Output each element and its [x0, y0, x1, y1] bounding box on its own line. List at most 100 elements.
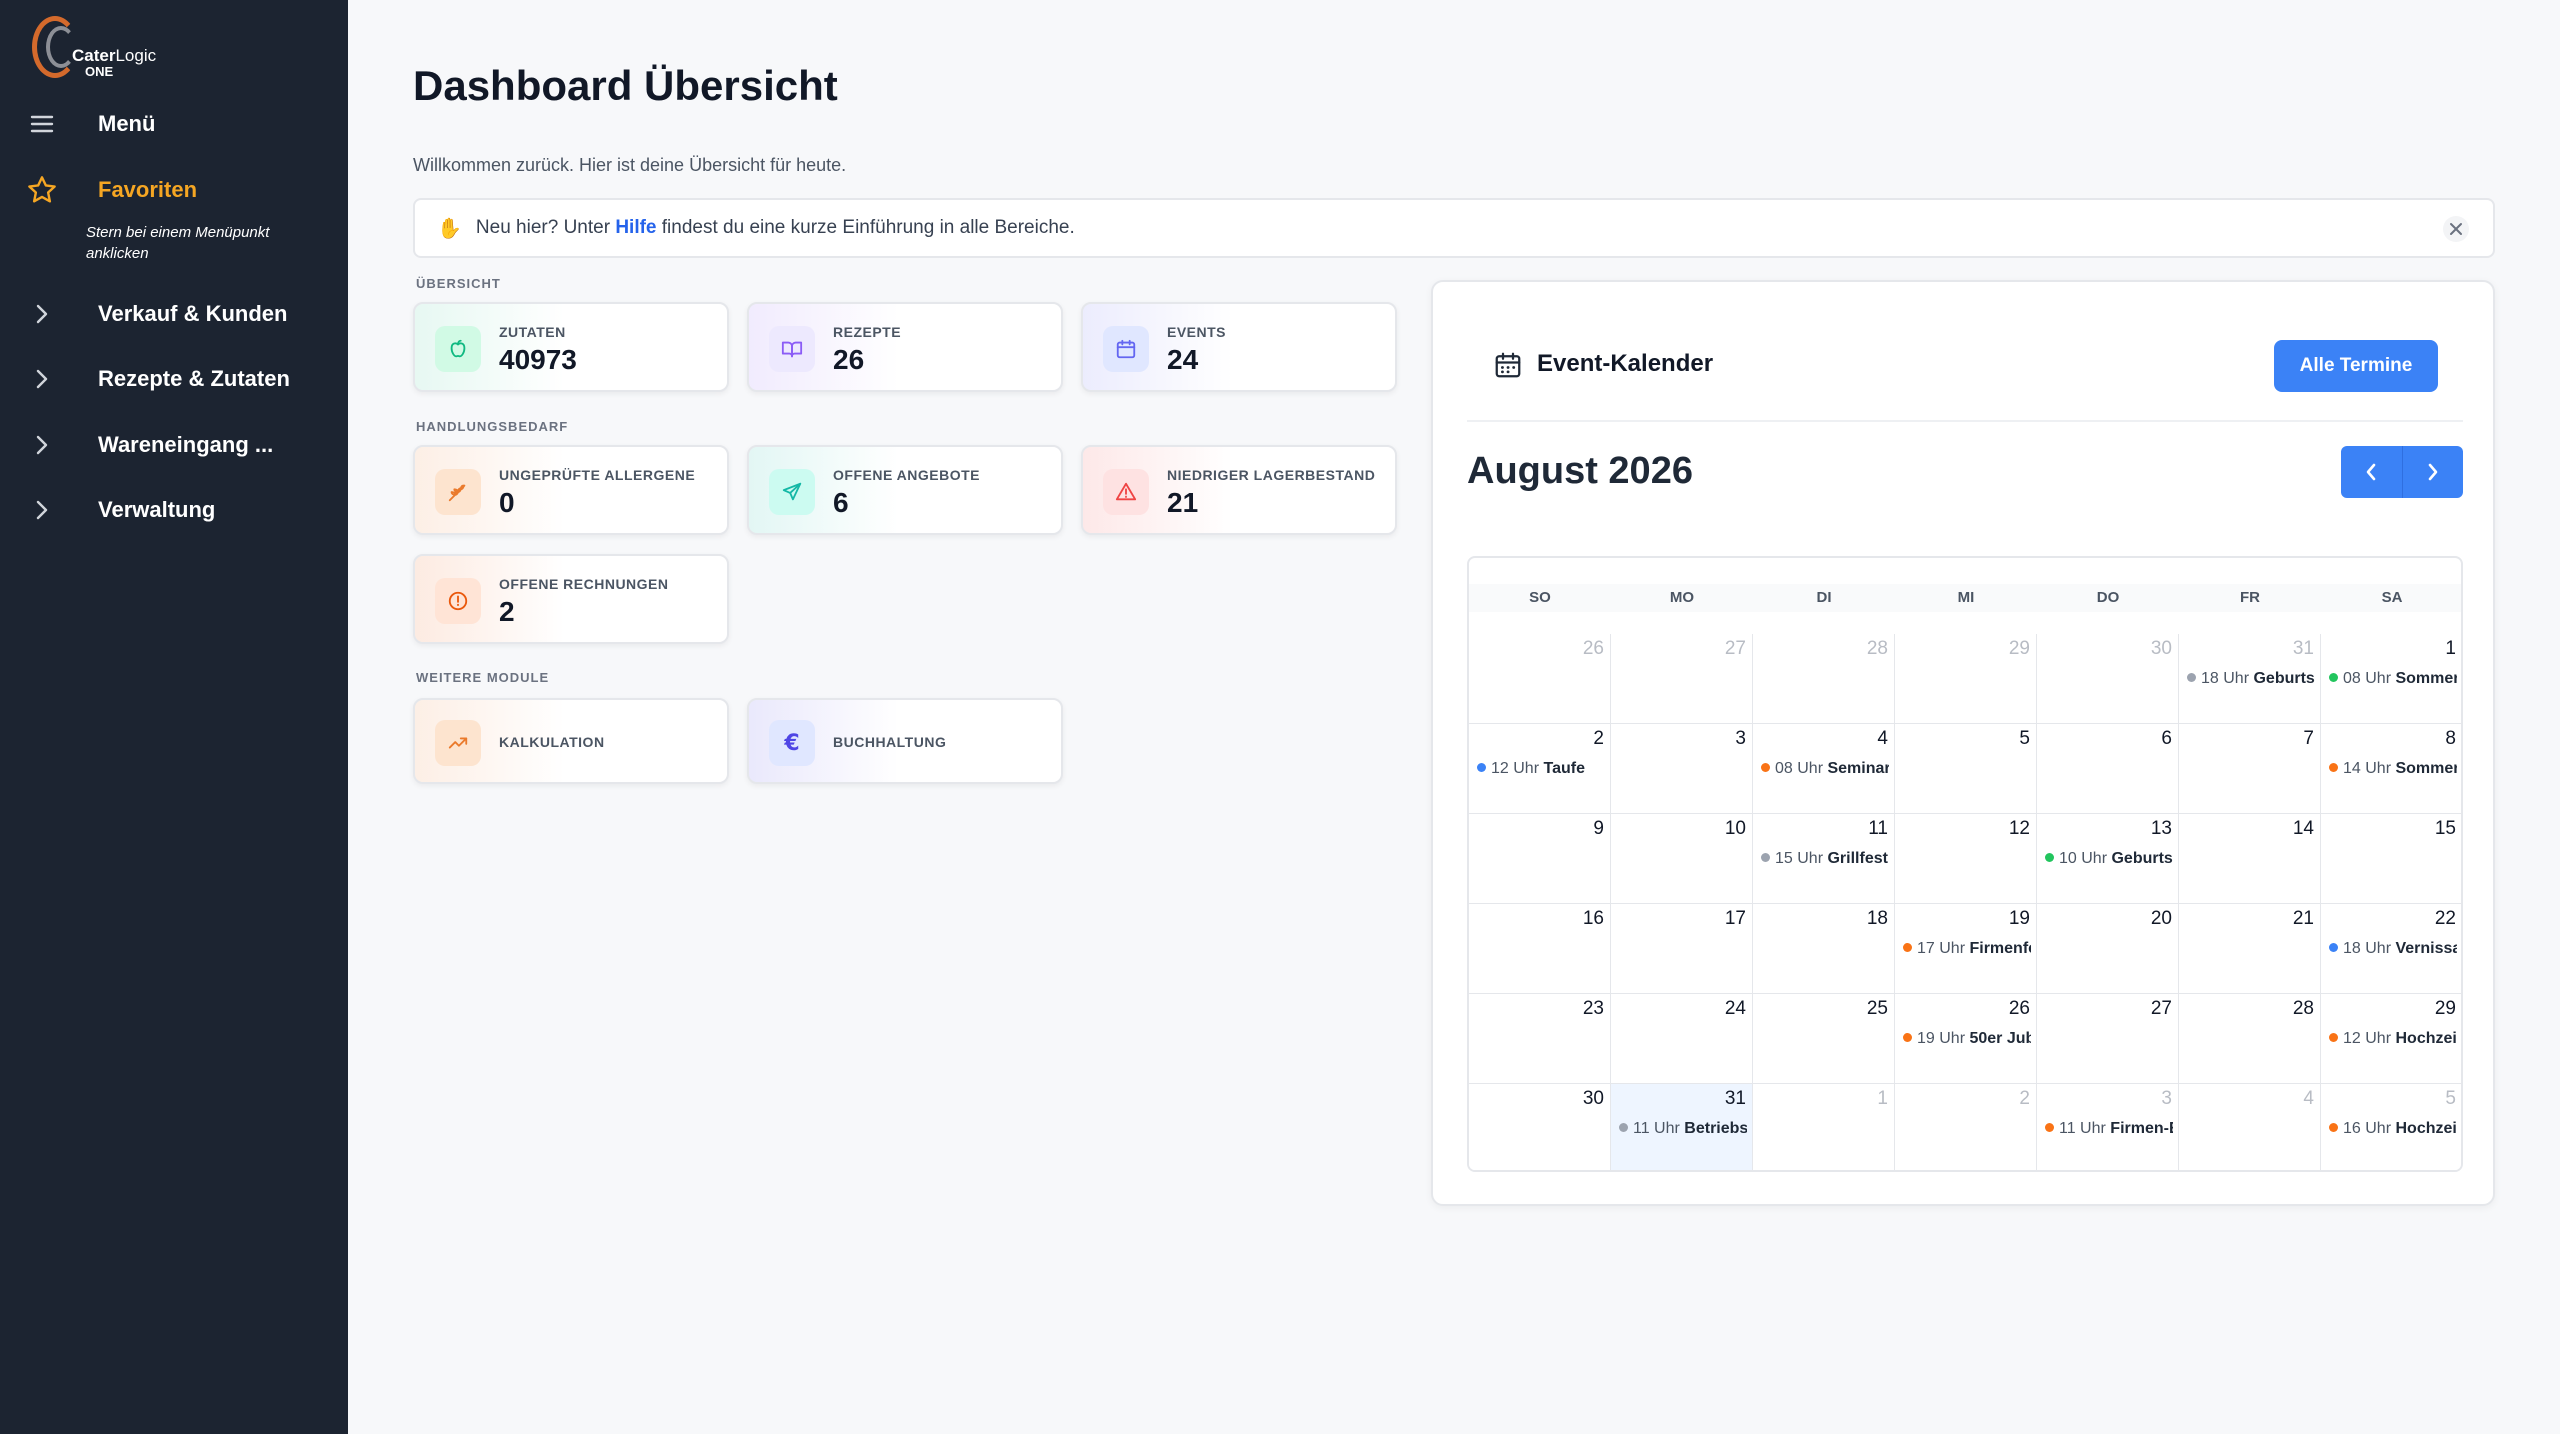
- day-number: 2: [1593, 728, 1604, 749]
- sidebar-item-goods-receipt[interactable]: Wareneingang ...: [0, 420, 348, 470]
- calendar-day[interactable]: 30: [1469, 1084, 1611, 1170]
- card-value: 0: [499, 487, 515, 518]
- event-dot: [1619, 1123, 1628, 1132]
- event-dot: [1761, 763, 1770, 772]
- all-events-button[interactable]: Alle Termine: [2274, 340, 2438, 392]
- calendar-event[interactable]: 12 Uhr Taufe: [1477, 760, 1605, 778]
- weekday-header: DI: [1753, 584, 1895, 612]
- card-label: OFFENE ANGEBOTE: [833, 467, 980, 483]
- calendar-event[interactable]: 19 Uhr 50er Jub: [1903, 1030, 2031, 1048]
- card-recipes[interactable]: REZEPTE 26: [747, 302, 1063, 392]
- prev-month-button[interactable]: [2341, 446, 2402, 498]
- calendar-event[interactable]: 11 Uhr Betriebsa: [1619, 1120, 1747, 1138]
- day-number: 27: [1724, 638, 1746, 659]
- calendar-day[interactable]: 11 15 Uhr Grillfest: [1753, 814, 1895, 904]
- page-title: Dashboard Übersicht: [413, 62, 838, 109]
- sidebar-item-recipes[interactable]: Rezepte & Zutaten: [0, 354, 348, 404]
- calendar-day[interactable]: 19 17 Uhr Firmenfe: [1895, 904, 2037, 994]
- calendar-day[interactable]: 3: [1611, 724, 1753, 814]
- sidebar-item-administration[interactable]: Verwaltung: [0, 485, 348, 535]
- weekday-header: SA: [2321, 584, 2461, 612]
- calendar-day[interactable]: 26: [1469, 634, 1611, 724]
- calendar-day[interactable]: 7: [2179, 724, 2321, 814]
- menu-toggle[interactable]: Menü: [0, 99, 348, 149]
- calendar-event[interactable]: 11 Uhr Firmen-E: [2045, 1120, 2173, 1138]
- calendar-day[interactable]: 27: [2037, 994, 2179, 1084]
- calendar-day[interactable]: 1: [1753, 1084, 1895, 1170]
- event-time: 19 Uhr: [1917, 1030, 1966, 1047]
- brand-line1a: Cater: [72, 46, 116, 65]
- calendar-day[interactable]: 29: [1895, 634, 2037, 724]
- calendar-day[interactable]: 1 08 Uhr Sommer: [2321, 634, 2461, 724]
- sidebar-item-favorites[interactable]: Favoriten: [0, 165, 348, 215]
- calendar-event[interactable]: 17 Uhr Firmenfe: [1903, 940, 2031, 958]
- calendar-event[interactable]: 18 Uhr Geburtst: [2187, 670, 2315, 688]
- sidebar: CaterLogic ONE Menü Favoriten Stern bei …: [0, 0, 348, 1434]
- calendar-event[interactable]: 08 Uhr Seminar: [1761, 760, 1889, 778]
- calendar-day[interactable]: 22 18 Uhr Vernissa: [2321, 904, 2461, 994]
- calendar-event[interactable]: 08 Uhr Sommer: [2329, 670, 2457, 688]
- card-open-invoices[interactable]: OFFENE RECHNUNGEN 2: [413, 554, 729, 644]
- calendar-day[interactable]: 20: [2037, 904, 2179, 994]
- calendar-day[interactable]: 23: [1469, 994, 1611, 1084]
- calendar-day[interactable]: 16: [1469, 904, 1611, 994]
- card-value: 24: [1167, 344, 1199, 375]
- close-banner-button[interactable]: [2443, 216, 2469, 242]
- calendar-day[interactable]: 3 11 Uhr Firmen-E: [2037, 1084, 2179, 1170]
- calendar-day[interactable]: 15: [2321, 814, 2461, 904]
- calendar-event[interactable]: 18 Uhr Vernissa: [2329, 940, 2457, 958]
- weekday-header: FR: [2179, 584, 2321, 612]
- calendar-day[interactable]: 25: [1753, 994, 1895, 1084]
- card-low-stock[interactable]: NIEDRIGER LAGERBESTAND 21: [1081, 445, 1397, 535]
- event-name: Sommer: [2395, 670, 2457, 687]
- day-number: 16: [1582, 908, 1604, 929]
- calendar-day[interactable]: 4: [2179, 1084, 2321, 1170]
- calendar-day[interactable]: 5 16 Uhr Hochzeit: [2321, 1084, 2461, 1170]
- calendar-day[interactable]: 28: [1753, 634, 1895, 724]
- calendar-event[interactable]: 12 Uhr Hochzeit: [2329, 1030, 2457, 1048]
- calendar-day[interactable]: 26 19 Uhr 50er Jub: [1895, 994, 2037, 1084]
- calendar-day[interactable]: 13 10 Uhr Geburtst: [2037, 814, 2179, 904]
- calendar-event[interactable]: 14 Uhr Sommer: [2329, 760, 2457, 778]
- card-events[interactable]: EVENTS 24: [1081, 302, 1397, 392]
- event-time: 11 Uhr: [2059, 1120, 2106, 1137]
- calendar-day[interactable]: 12: [1895, 814, 2037, 904]
- calendar-day[interactable]: 28: [2179, 994, 2321, 1084]
- day-number: 6: [2161, 728, 2172, 749]
- calendar-event[interactable]: 10 Uhr Geburtst: [2045, 850, 2173, 868]
- calendar-day[interactable]: 17: [1611, 904, 1753, 994]
- card-accounting[interactable]: € BUCHHALTUNG: [747, 698, 1063, 784]
- calendar-day[interactable]: 2: [1895, 1084, 2037, 1170]
- event-dot: [2329, 763, 2338, 772]
- calendar-day[interactable]: 29 12 Uhr Hochzeit: [2321, 994, 2461, 1084]
- calendar-day[interactable]: 10: [1611, 814, 1753, 904]
- brand-logo[interactable]: CaterLogic ONE: [30, 12, 170, 90]
- calendar-day[interactable]: 14: [2179, 814, 2321, 904]
- next-month-button[interactable]: [2401, 446, 2464, 498]
- calendar-day[interactable]: 4 08 Uhr Seminar: [1753, 724, 1895, 814]
- card-unchecked-allergens[interactable]: UNGEPRÜFTE ALLERGENE 0: [413, 445, 729, 535]
- calendar-day[interactable]: 30: [2037, 634, 2179, 724]
- calendar-day[interactable]: 18: [1753, 904, 1895, 994]
- event-name: Betriebsa: [1684, 1120, 1747, 1137]
- card-calculation[interactable]: KALKULATION: [413, 698, 729, 784]
- calendar-event[interactable]: 15 Uhr Grillfest: [1761, 850, 1889, 868]
- calendar-day[interactable]: 6: [2037, 724, 2179, 814]
- card-ingredients[interactable]: ZUTATEN 40973: [413, 302, 729, 392]
- calendar-day-today[interactable]: 31 11 Uhr Betriebsa: [1611, 1084, 1753, 1170]
- calendar-event[interactable]: 16 Uhr Hochzeit: [2329, 1120, 2457, 1138]
- calendar-day[interactable]: 5: [1895, 724, 2037, 814]
- help-link[interactable]: Hilfe: [615, 217, 656, 238]
- hamburger-icon: [20, 114, 64, 134]
- calendar-day[interactable]: 24: [1611, 994, 1753, 1084]
- calendar-day[interactable]: 9: [1469, 814, 1611, 904]
- event-dot: [2329, 1123, 2338, 1132]
- calendar-day[interactable]: 2 12 Uhr Taufe: [1469, 724, 1611, 814]
- calendar-day[interactable]: 27: [1611, 634, 1753, 724]
- sidebar-item-sales[interactable]: Verkauf & Kunden: [0, 289, 348, 339]
- event-name: Firmenfe: [1969, 940, 2031, 957]
- calendar-day[interactable]: 21: [2179, 904, 2321, 994]
- card-open-offers[interactable]: OFFENE ANGEBOTE 6: [747, 445, 1063, 535]
- calendar-day[interactable]: 8 14 Uhr Sommer: [2321, 724, 2461, 814]
- calendar-day[interactable]: 31 18 Uhr Geburtst: [2179, 634, 2321, 724]
